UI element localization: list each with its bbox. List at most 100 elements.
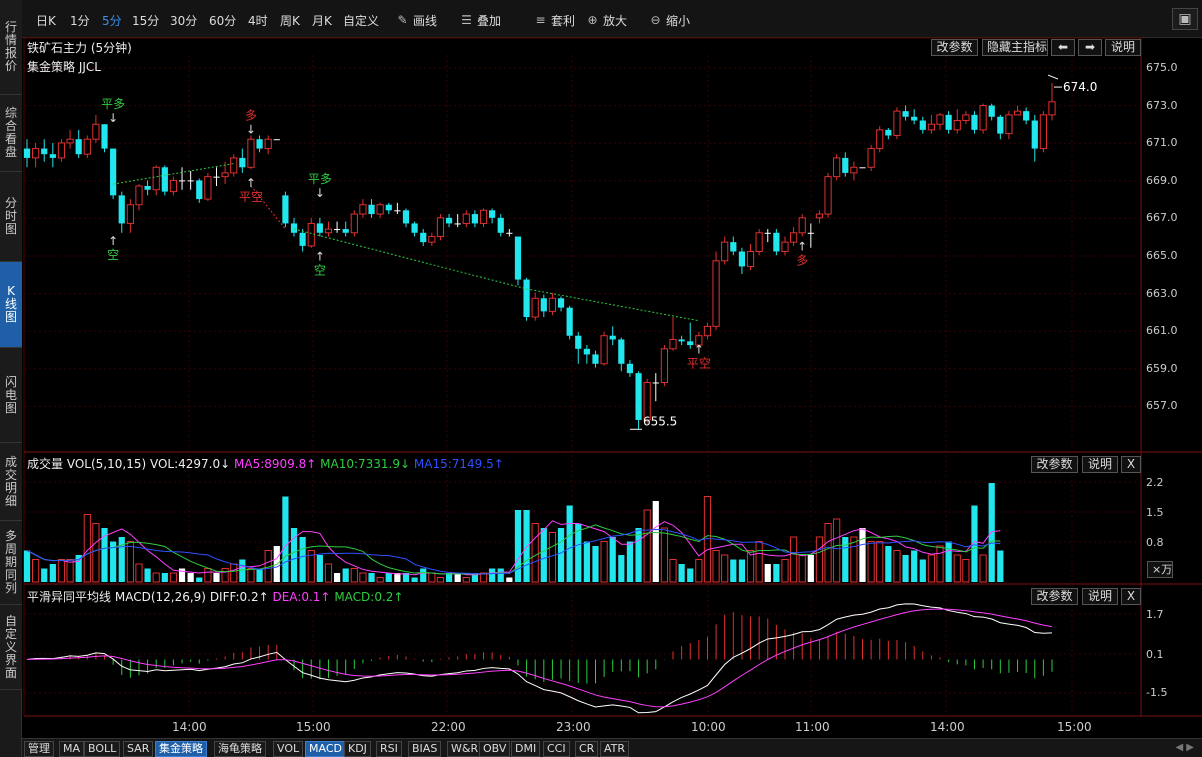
indicator-tab[interactable]: CR <box>575 741 599 757</box>
volume-bar <box>411 577 418 582</box>
candle-body <box>92 123 100 140</box>
candle-body <box>600 335 608 365</box>
candle-body <box>885 129 892 136</box>
volume-bar <box>626 541 634 582</box>
volume-bar <box>462 577 470 583</box>
candle-body <box>368 204 375 215</box>
candle-body <box>282 195 289 224</box>
candle-body <box>988 105 995 117</box>
candle-body <box>445 217 453 224</box>
volume-bar <box>299 537 306 582</box>
volume-bar <box>833 518 841 583</box>
volume-bar <box>738 559 746 582</box>
volume-bar <box>789 536 798 583</box>
strategy-signal-label: 平多 <box>308 172 332 186</box>
candle-body <box>57 142 66 159</box>
indicator-tab[interactable]: OBV <box>479 741 511 757</box>
candle-body <box>394 210 401 212</box>
candle-body <box>738 251 746 267</box>
macd-title: 平滑异同平均线 MACD(12,26,9) DIFF:0.2↑ DEA:0.1↑… <box>27 588 403 605</box>
candle-body <box>859 167 866 169</box>
candle-body <box>618 339 625 364</box>
candle-body <box>101 124 108 149</box>
macd-tick: 1.7 <box>1146 608 1164 621</box>
volume-bar <box>583 541 590 582</box>
indicator-tab[interactable]: DMI <box>511 741 541 757</box>
candle-body <box>1023 111 1030 121</box>
volume-help-button[interactable]: 说明 <box>1082 456 1118 473</box>
candle-body <box>807 232 814 234</box>
indicator-tab[interactable]: 集金策略 <box>155 741 207 757</box>
macd-diff: DIFF:0.2↑ <box>209 590 269 604</box>
indicator-tab[interactable]: BIAS <box>408 741 442 757</box>
macd-dea: DEA:0.1↑ <box>272 590 331 604</box>
candle-body <box>75 139 82 155</box>
scroll-right-button[interactable]: ➡ <box>1078 39 1102 56</box>
indicator-tab[interactable]: W&R <box>447 741 483 757</box>
signal-arrow-icon: ↓ <box>246 122 256 136</box>
candle-body <box>385 204 392 211</box>
macd-close-button[interactable]: X <box>1121 588 1141 605</box>
indicator-tab[interactable]: KDJ <box>344 741 371 757</box>
time-axis-label: 14:00 <box>172 720 207 734</box>
volume-bar <box>695 559 703 583</box>
price-tick: 667.0 <box>1146 211 1178 225</box>
volume-bar <box>798 554 806 583</box>
candle-body <box>161 167 168 192</box>
candle-body <box>953 120 961 131</box>
candle-body <box>350 213 358 234</box>
volume-bar <box>247 568 255 583</box>
indicator-tab[interactable]: RSI <box>376 741 402 757</box>
main-help-button[interactable]: 说明 <box>1105 39 1141 56</box>
candle-body <box>1031 120 1038 149</box>
main-edit-params-button[interactable]: 改参数 <box>931 39 978 56</box>
strategy-signal-label: 多 <box>245 108 257 122</box>
volume-label: 成交量 <box>27 457 64 471</box>
candle-body <box>196 180 203 200</box>
volume-bar <box>49 564 56 582</box>
candle-body <box>927 123 936 131</box>
indicator-tab[interactable]: ATR <box>600 741 630 757</box>
volume-bar <box>635 528 642 582</box>
indicator-tab[interactable]: 海龟策略 <box>214 741 266 757</box>
expand-arrows-icon[interactable]: ◀ ▶ <box>1175 742 1194 753</box>
volume-bar <box>118 537 125 582</box>
candle-body <box>979 105 987 131</box>
volume-close-button[interactable]: X <box>1121 456 1141 473</box>
indicator-tab[interactable]: SAR <box>123 741 154 757</box>
candle-body <box>144 186 151 190</box>
volume-bar <box>781 559 789 583</box>
arrow-left-icon: ⬅ <box>1057 40 1069 54</box>
volume-edit-params-button[interactable]: 改参数 <box>1031 456 1078 473</box>
macd-edit-params-button[interactable]: 改参数 <box>1031 588 1078 605</box>
scroll-left-button[interactable]: ⬅ <box>1051 39 1075 56</box>
candle-body <box>489 210 496 218</box>
indicator-tab[interactable]: CCI <box>543 741 570 757</box>
indicator-tab[interactable]: MA <box>59 741 85 757</box>
candle-body <box>971 114 978 130</box>
candle-body <box>324 228 333 234</box>
indicator-tab[interactable]: BOLL <box>84 741 121 757</box>
signal-arrow-icon: ↓ <box>108 111 118 125</box>
macd-help-button[interactable]: 说明 <box>1082 588 1118 605</box>
volume-bar <box>687 568 694 582</box>
volume-bar <box>324 563 333 583</box>
volume-bar <box>566 505 573 582</box>
signal-arrow-icon: ↑ <box>694 342 704 356</box>
hide-indicator-button[interactable]: 隐藏主指标 <box>982 39 1048 56</box>
volume-bar <box>557 528 565 582</box>
volume-bar <box>678 564 685 582</box>
volume-bar <box>196 577 203 582</box>
candle-body <box>721 241 729 262</box>
candle-body <box>152 166 160 191</box>
volume-bar <box>712 550 720 583</box>
candle-body <box>626 363 634 374</box>
candle-body <box>1048 101 1056 116</box>
candle-body <box>919 120 926 130</box>
indicator-tab[interactable]: 管理 <box>24 741 54 757</box>
candle-body <box>420 232 427 243</box>
candle-body <box>815 213 824 219</box>
indicator-tab[interactable]: VOL <box>273 741 304 757</box>
indicator-tab[interactable]: MACD <box>305 741 346 757</box>
volume-bar <box>953 554 961 583</box>
